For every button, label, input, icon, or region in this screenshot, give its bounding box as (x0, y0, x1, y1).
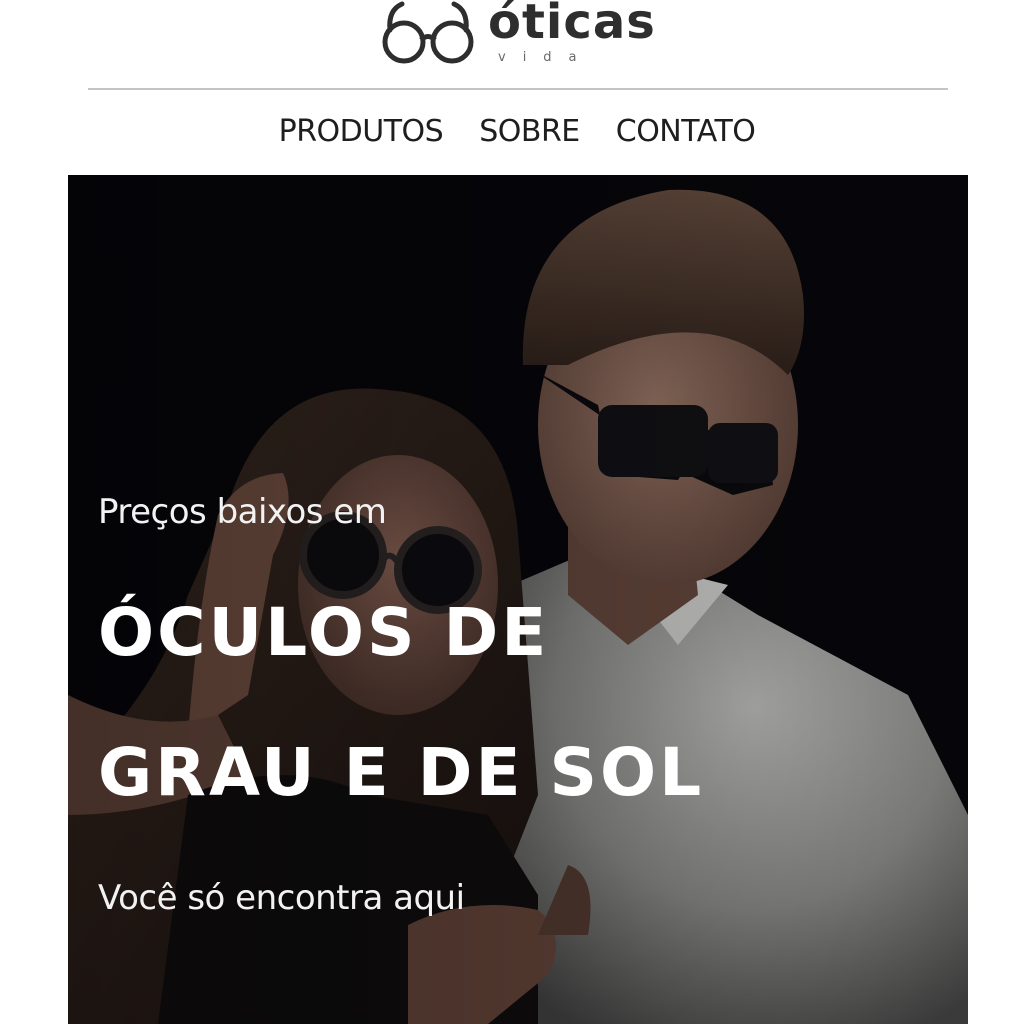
hero-banner: Preços baixos em ÓCULOS DE GRAU E DE SOL… (68, 175, 968, 1024)
hero-tagline: Você só encontra aqui (98, 878, 465, 918)
header-divider (88, 88, 948, 90)
eyeglasses-icon (382, 1, 474, 64)
main-nav: PRODUTOS SOBRE CONTATO (0, 112, 1024, 152)
nav-item-contato[interactable]: CONTATO (616, 112, 756, 152)
hero-headline-line-2: GRAU E DE SOL (98, 734, 705, 811)
nav-item-produtos[interactable]: PRODUTOS (279, 112, 444, 152)
logo-subtitle: vida (498, 50, 594, 65)
logo-wordmark: óticas (488, 0, 656, 50)
nav-item-sobre[interactable]: SOBRE (479, 112, 580, 152)
hero-headline-line-1: ÓCULOS DE (98, 594, 550, 671)
hero-kicker: Preços baixos em (98, 492, 387, 532)
page: óticas vida PRODUTOS SOBRE CONTATO Preço… (0, 0, 1024, 1024)
site-logo[interactable]: óticas vida (380, 0, 670, 72)
